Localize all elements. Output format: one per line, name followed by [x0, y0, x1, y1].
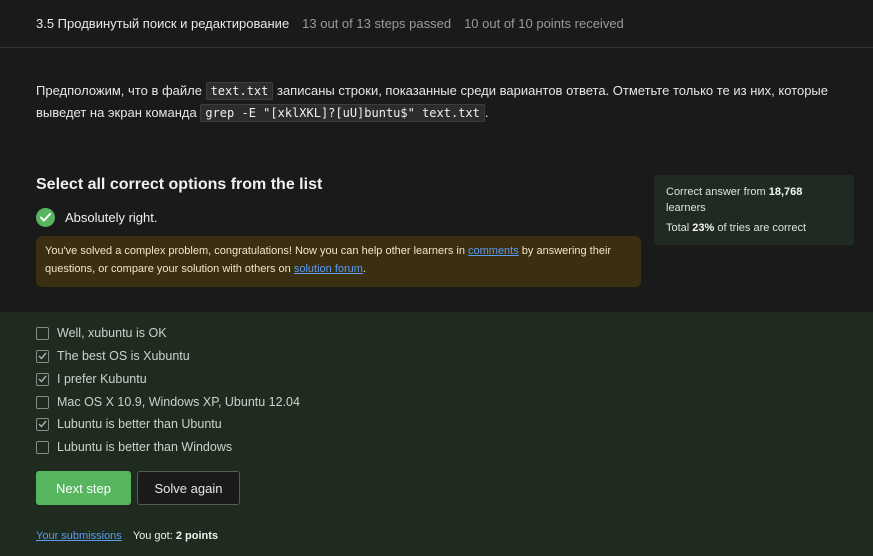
stats-total-suffix: of tries are correct	[714, 222, 807, 234]
checkbox-0[interactable]	[36, 326, 49, 340]
stats-learners: Correct answer from 18,768 learners	[666, 184, 842, 216]
steps-progress: 13 out of 13 steps passed	[302, 16, 452, 31]
notice-text-3: .	[362, 263, 367, 275]
stats-panel: Correct answer from 18,768 learners Tota…	[654, 175, 854, 245]
option-label: Lubuntu is better than Ubuntu	[57, 417, 222, 431]
option-5[interactable]: Lubuntu is better than Windows	[36, 440, 232, 454]
code-filename: text.txt	[205, 82, 274, 100]
notice-text-1: You've solved a complex problem, congrat…	[45, 245, 468, 257]
code-command: grep -E "[xklXKL]?[uU]buntu$" text.txt	[200, 104, 485, 122]
score-prefix: You got:	[132, 530, 176, 542]
checkbox-2[interactable]	[36, 372, 49, 386]
option-3[interactable]: Mac OS X 10.9, Windows XP, Ubuntu 12.04	[36, 395, 300, 409]
option-label: Mac OS X 10.9, Windows XP, Ubuntu 12.04	[57, 395, 300, 409]
footer: Your submissions You got: 2 points	[36, 530, 218, 542]
option-label: Well, xubuntu is OK	[57, 326, 167, 340]
step-header: 3.5 Продвинутый поиск и редактирование 1…	[0, 0, 873, 48]
option-label: The best OS is Xubuntu	[57, 349, 190, 363]
score-text: You got: 2 points	[133, 530, 218, 542]
learners-count: 18,768	[768, 186, 803, 198]
stats-prefix: Correct answer from	[666, 186, 769, 198]
checkbox-4[interactable]	[36, 417, 49, 431]
solution-forum-link[interactable]: solution forum	[294, 263, 363, 275]
checkbox-5[interactable]	[36, 440, 49, 454]
solve-again-button[interactable]: Solve again	[137, 471, 240, 505]
correct-percent: 23%	[692, 222, 715, 234]
option-0[interactable]: Well, xubuntu is OK	[36, 326, 167, 340]
option-4[interactable]: Lubuntu is better than Ubuntu	[36, 417, 222, 431]
stats-percent-line: Total 23% of tries are correct	[666, 220, 842, 236]
option-1[interactable]: The best OS is Xubuntu	[36, 349, 190, 363]
stats-total-prefix: Total	[666, 222, 693, 234]
result-message: Absolutely right.	[65, 210, 158, 225]
result-row: Absolutely right.	[36, 208, 158, 227]
option-2[interactable]: I prefer Kubuntu	[36, 372, 147, 386]
congrats-notice: You've solved a complex problem, congrat…	[36, 236, 641, 287]
option-label: Lubuntu is better than Windows	[57, 440, 233, 454]
option-label: I prefer Kubuntu	[57, 372, 147, 386]
quiz-title: Select all correct options from the list	[36, 176, 323, 193]
stats-suffix: learners	[666, 202, 706, 214]
comments-link[interactable]: comments	[468, 245, 519, 257]
submissions-link[interactable]: Your submissions	[36, 530, 122, 542]
score-value: 2 points	[175, 530, 219, 542]
checkbox-1[interactable]	[36, 349, 49, 363]
lesson-title[interactable]: 3.5 Продвинутый поиск и редактирование	[36, 16, 289, 31]
question-part1: Предположим, что в файле	[36, 83, 206, 98]
points-progress: 10 out of 10 points received	[464, 16, 624, 31]
success-check-icon	[36, 208, 55, 227]
question-part3: .	[484, 105, 489, 120]
checkbox-3[interactable]	[36, 395, 49, 409]
next-step-button[interactable]: Next step	[36, 471, 131, 505]
question-text: Предположим, что в файле text.txt записа…	[36, 80, 836, 124]
